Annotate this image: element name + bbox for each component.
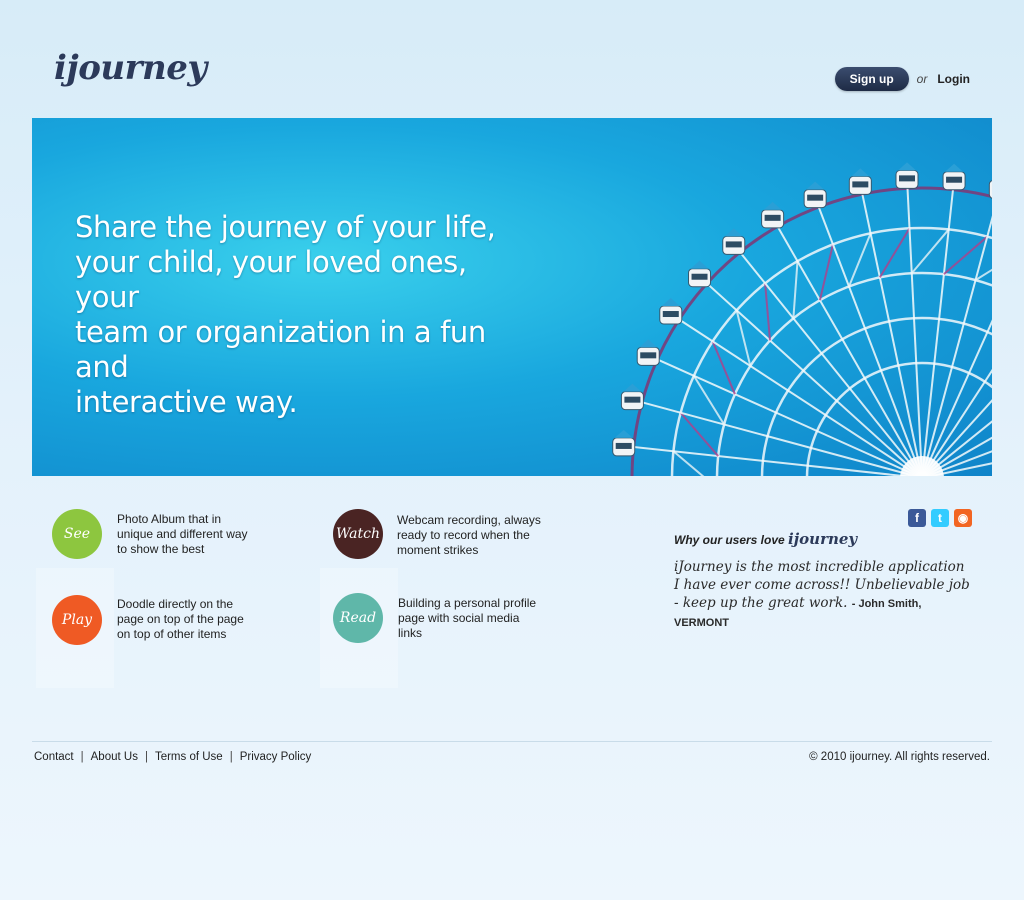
hero-tagline-line: interactive way.: [75, 385, 298, 419]
logo[interactable]: ijourney: [54, 48, 207, 88]
wheel-spoke: [906, 188, 923, 476]
rss-icon[interactable]: ◉: [954, 509, 972, 527]
feature-read-line: page with social media: [398, 611, 520, 625]
gondola-roof: [623, 383, 642, 392]
feature-play-line: on top of other items: [117, 627, 227, 641]
facebook-icon[interactable]: f: [908, 509, 926, 527]
or-text: or: [916, 72, 928, 86]
feature-read-line: Building a personal profile: [398, 596, 537, 610]
login-link[interactable]: Login: [937, 72, 970, 86]
gondola-roof: [614, 429, 633, 438]
gondola-window: [764, 214, 781, 221]
gondola-window: [807, 194, 824, 201]
feature-play-description: Doodle directly on the page on top of th…: [117, 597, 287, 642]
sign-up-button[interactable]: Sign up: [834, 67, 909, 91]
testimonial-quote: iJourney is the most incredible applicat…: [674, 558, 974, 632]
feature-watch-line: ready to record when the: [397, 528, 530, 542]
gondola-roof: [806, 181, 825, 190]
hero-tagline: Share the journey of your life, your chi…: [75, 210, 535, 420]
gondola-roof: [690, 260, 709, 269]
feature-read-description: Building a personal profile page with so…: [398, 596, 568, 641]
hero-tagline-line: team or organization in a fun and: [75, 315, 486, 384]
auth-bar: Sign up or Login: [834, 67, 970, 91]
feature-see-line: unique and different way: [117, 527, 248, 541]
gondola: [988, 180, 992, 199]
testimonial: Why our users love ijourney iJourney is …: [674, 530, 974, 632]
gondola-window: [852, 181, 869, 188]
footer-link-privacy[interactable]: Privacy Policy: [240, 751, 312, 763]
footer-links: Contact | About Us | Terms of Use | Priv…: [34, 751, 311, 763]
hero-tagline-line: Share the journey of your life,: [75, 210, 496, 244]
footer-link-contact[interactable]: Contact: [34, 751, 74, 763]
wheel-brace: [792, 261, 799, 319]
wheel-brace: [848, 232, 872, 287]
testimonial-brand: ijourney: [788, 530, 858, 548]
testimonial-quote-text: iJourney is the most incredible applicat…: [674, 559, 970, 611]
wheel-spoke: [633, 446, 913, 476]
gondola-roof: [639, 339, 658, 348]
testimonial-heading: Why our users love ijourney: [674, 530, 974, 548]
gondola-window: [691, 273, 708, 280]
feature-see-line: to show the best: [117, 542, 205, 556]
gondola-window: [640, 352, 657, 359]
gondola-window: [899, 175, 916, 182]
wheel-spoke: [739, 251, 922, 476]
copyright: © 2010 ijourney. All rights reserved.: [809, 751, 990, 763]
footer-link-about-us[interactable]: About Us: [91, 751, 138, 763]
gondola-roof: [945, 163, 964, 172]
wheel-spoke: [706, 282, 922, 476]
gondola-window: [946, 176, 963, 183]
feature-see-line: Photo Album that in: [117, 512, 222, 526]
wheel-spoke: [921, 215, 992, 476]
gondola-roof: [763, 201, 782, 210]
footer-separator: |: [80, 751, 84, 763]
gondola-roof: [851, 168, 870, 177]
wheel-spoke: [776, 226, 923, 476]
hero-banner: Share the journey of your life, your chi…: [32, 118, 992, 476]
hero-tagline-line: your child, your loved ones, your: [75, 245, 467, 314]
wheel-brace: [910, 228, 950, 274]
feature-watch-line: moment strikes: [397, 543, 479, 557]
wheel-spoke: [921, 189, 954, 476]
footer-link-terms[interactable]: Terms of Use: [155, 751, 223, 763]
wheel-brace: [764, 283, 771, 341]
wheel-brace: [818, 244, 834, 301]
gondola-roof: [661, 298, 680, 307]
gondola-window: [615, 442, 632, 449]
wheel-spoke: [861, 193, 923, 476]
gondola-window: [725, 241, 742, 248]
gondola-roof: [898, 162, 917, 171]
twitter-icon[interactable]: t: [931, 509, 949, 527]
wheel-brace: [878, 227, 911, 278]
testimonial-heading-text: Why our users love: [674, 533, 785, 547]
wheel-brace: [943, 235, 988, 275]
see-badge-icon[interactable]: See: [52, 509, 102, 559]
gondola-window: [662, 311, 679, 318]
play-badge-icon[interactable]: Play: [52, 595, 102, 645]
feature-watch-description: Webcam recording, always ready to record…: [397, 513, 567, 558]
feature-see-description: Photo Album that in unique and different…: [117, 512, 287, 557]
feature-play-line: page on top of the page: [117, 612, 244, 626]
wheel-brace: [974, 268, 992, 281]
feature-play-line: Doodle directly on the: [117, 597, 234, 611]
gondola-roof: [991, 179, 992, 181]
read-badge-icon[interactable]: Read: [333, 593, 383, 643]
footer-separator: |: [144, 751, 148, 763]
feature-read-line: links: [398, 626, 423, 640]
watch-badge-icon[interactable]: Watch: [333, 509, 383, 559]
footer-separator: |: [229, 751, 233, 763]
wheel-spoke: [817, 206, 923, 476]
feature-watch-line: Webcam recording, always: [397, 513, 541, 527]
gondola-window: [624, 396, 641, 403]
gondola-roof: [724, 228, 743, 237]
social-links: f t ◉: [908, 509, 972, 527]
wheel-brace: [679, 412, 719, 457]
footer-divider: [32, 741, 992, 742]
